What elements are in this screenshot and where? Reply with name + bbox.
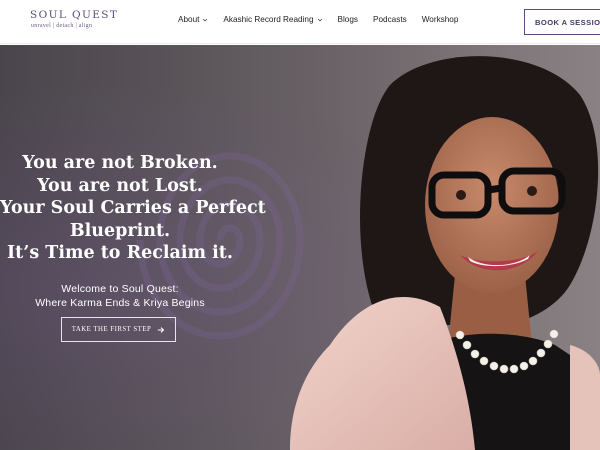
welcome-line: Welcome to Soul Quest: [61, 283, 179, 295]
headline-line: You are not Lost. [37, 175, 203, 196]
cta-label: TAKE THE FIRST STEP [71, 326, 152, 333]
site-header: SOUL QUEST unravel | detach | align Abou… [0, 0, 600, 44]
book-session-button[interactable]: BOOK A SESSION [524, 9, 600, 35]
headline-line: Your Soul Carries a Perfect [0, 198, 266, 218]
hero-welcome-text: Welcome to Soul Quest: Where Karma Ends … [0, 282, 240, 310]
nav-item-label: Workshop [421, 15, 459, 24]
logo-tagline: unravel | detach | align [31, 23, 93, 29]
nav-item-workshop[interactable]: Workshop [422, 15, 459, 24]
welcome-line: Where Karma Ends & Kriya Begins [35, 297, 205, 309]
hero-headline: You are not Broken. You are not Lost. Yo… [0, 152, 266, 265]
nav-item-akashic-record-reading[interactable]: Akashic Record Reading [223, 15, 322, 24]
headline-line: Blueprint. [69, 220, 171, 241]
logo-title: SOUL QUEST [30, 9, 119, 21]
nav-item-about[interactable]: About [178, 15, 208, 24]
headline-line: It’s Time to Reclaim it. [7, 243, 233, 263]
hero-section: You are not Broken. You are not Lost. Yo… [0, 45, 600, 450]
chevron-down-icon [203, 18, 208, 21]
take-first-step-button[interactable]: TAKE THE FIRST STEP [61, 317, 176, 342]
nav-item-label: Podcasts [373, 15, 407, 24]
main-nav: About Akashic Record Reading Blogs Podca… [178, 15, 458, 24]
portrait-image [290, 56, 600, 450]
chevron-down-icon [317, 18, 322, 21]
nav-item-blogs[interactable]: Blogs [338, 15, 358, 24]
arrow-right-icon [158, 326, 165, 333]
nav-item-label: Akashic Record Reading [223, 15, 314, 24]
nav-item-label: About [178, 15, 200, 24]
headline-line: You are not Broken. [22, 153, 218, 173]
nav-item-label: Blogs [337, 15, 359, 24]
logo[interactable]: SOUL QUEST unravel | detach | align [30, 9, 119, 35]
nav-item-podcasts[interactable]: Podcasts [373, 15, 407, 24]
